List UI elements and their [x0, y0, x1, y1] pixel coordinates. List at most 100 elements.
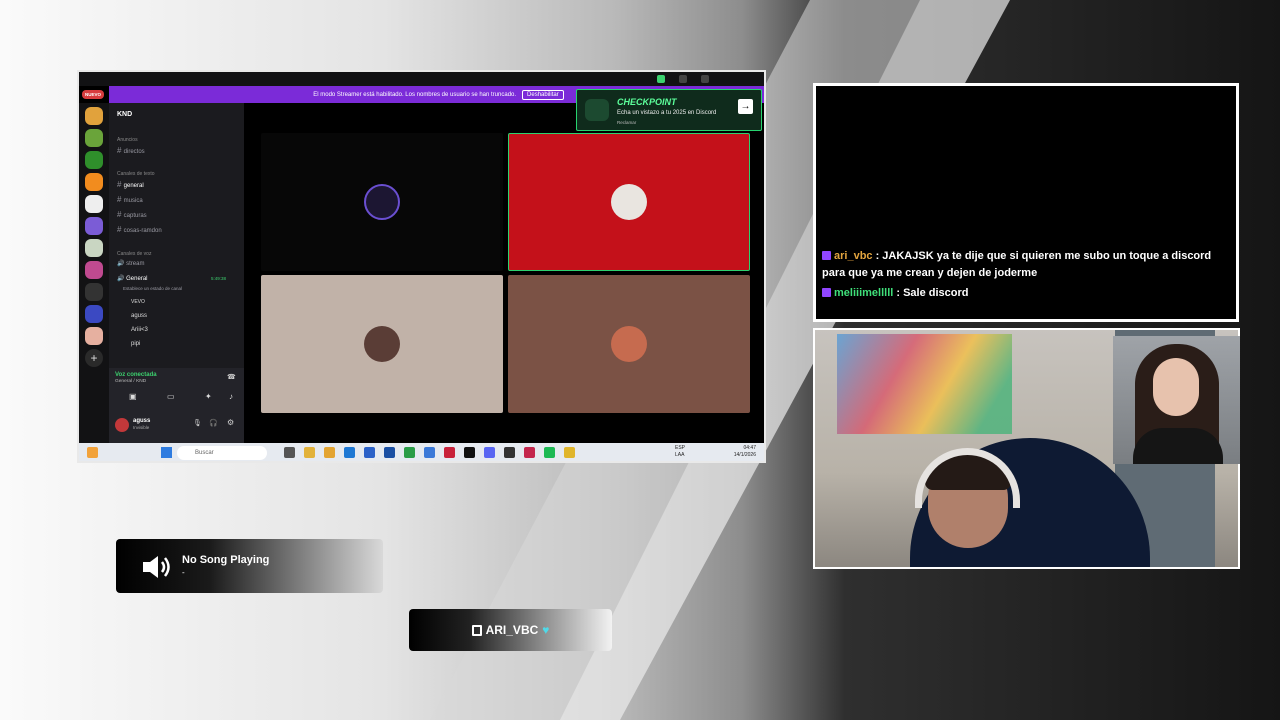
participant-tile-speaking[interactable]	[508, 133, 750, 271]
checkpoint-text: Echa un vistazo a tu 2025 en Discord	[617, 110, 717, 116]
file-explorer-icon[interactable]	[324, 447, 335, 458]
avatar	[364, 184, 400, 220]
server-icon[interactable]	[85, 283, 103, 301]
app-icon[interactable]	[444, 447, 455, 458]
microphone-icon[interactable]: 🎙	[193, 419, 202, 427]
disconnect-icon[interactable]: ☎	[227, 373, 236, 381]
clock-time: 04:47	[743, 445, 756, 451]
streamer-name: ARI_VBC	[485, 623, 539, 637]
app-icon[interactable]	[364, 447, 375, 458]
category-text[interactable]: Canales de texto	[117, 171, 155, 177]
search-placeholder: Buscar	[195, 450, 214, 456]
avatar	[611, 326, 647, 362]
new-badge: NUEVO	[82, 90, 105, 99]
app-icon[interactable]	[524, 447, 535, 458]
edge-icon[interactable]	[344, 447, 355, 458]
screen-share-icon[interactable]: ▭	[167, 392, 175, 401]
voice-member[interactable]: aguss	[131, 313, 147, 319]
chat-message: meliiimelllll : Sale discord	[822, 285, 1222, 302]
voice-channel-stream[interactable]: 🔊 stream	[117, 260, 144, 267]
category-voice[interactable]: Canales de voz	[117, 251, 151, 257]
channel-capturas[interactable]: capturas	[117, 210, 147, 219]
task-view-icon[interactable]	[284, 447, 295, 458]
checkpoint-promo[interactable]: CHECKPOINT Echa un vistazo a tu 2025 en …	[576, 89, 762, 131]
server-name[interactable]: KND	[117, 111, 132, 118]
taskbar-clock[interactable]: 04:47 14/1/2026	[734, 445, 756, 459]
voice-timer: 5:49:38	[211, 276, 227, 281]
participant-tile[interactable]	[261, 275, 503, 413]
user-panel[interactable]: aguss Invisible 🎙 🎧 ⚙	[109, 414, 244, 440]
server-icon[interactable]	[85, 305, 103, 323]
server-icon[interactable]	[85, 151, 103, 169]
arrow-right-icon[interactable]: →	[738, 99, 753, 114]
discord-icon[interactable]	[484, 447, 495, 458]
wall-painting	[837, 334, 1012, 434]
participant-tile[interactable]	[508, 275, 750, 413]
voice-member[interactable]: pipi	[131, 341, 140, 347]
server-list: +	[79, 103, 109, 443]
voice-member[interactable]: VEVO	[131, 299, 145, 305]
user-name: aguss	[133, 418, 151, 424]
participant-tile[interactable]	[261, 133, 503, 271]
voice-connected-status[interactable]: Voz conectada	[115, 372, 157, 378]
secondary-webcam	[1113, 336, 1240, 464]
user-status: Invisible	[133, 425, 150, 430]
discord-window[interactable]: NUEVO El modo Streamer está habilitado. …	[77, 70, 766, 463]
channel-general[interactable]: general	[117, 180, 144, 189]
taskbar-search-input[interactable]: Buscar	[177, 446, 267, 460]
soundboard-icon[interactable]: ♪	[229, 392, 233, 401]
channel-cosas-ramdon[interactable]: cosas-ramdon	[117, 225, 162, 234]
app-icon[interactable]	[404, 447, 415, 458]
server-icon[interactable]	[85, 217, 103, 235]
server-icon[interactable]	[85, 173, 103, 191]
server-icon[interactable]	[85, 129, 103, 147]
chrome-icon[interactable]	[564, 447, 575, 458]
tiktok-icon[interactable]	[464, 447, 475, 458]
chat-text: : Sale discord	[893, 287, 969, 299]
spotify-icon[interactable]	[544, 447, 555, 458]
server-icon[interactable]	[85, 107, 103, 125]
channel-directos[interactable]: directos	[117, 146, 145, 155]
channel-status-hint[interactable]: Establece un estado de canal	[123, 286, 182, 291]
add-server-icon[interactable]: +	[85, 349, 103, 367]
server-icon[interactable]	[85, 195, 103, 213]
guest-shirt	[1133, 428, 1223, 464]
disable-streamer-button[interactable]: Deshabilitar	[522, 89, 564, 100]
chat-username: ari_vbc	[834, 250, 873, 262]
activities-icon[interactable]: ✦	[205, 392, 212, 401]
server-icon[interactable]	[85, 327, 103, 345]
voice-channel-stream-label: stream	[126, 261, 145, 267]
streamer-mode-text: El modo Streamer está habilitado. Los no…	[313, 91, 517, 98]
app-icon[interactable]	[504, 447, 515, 458]
channel-musica[interactable]: musica	[117, 195, 143, 204]
speaker-icon	[143, 556, 170, 578]
voice-video-grid	[245, 103, 764, 443]
voice-channel-general[interactable]: 🔊 General	[117, 275, 148, 282]
server-icon[interactable]	[85, 239, 103, 257]
checkpoint-sub: Reclamar	[617, 120, 637, 125]
camera-icon[interactable]: ▣	[129, 392, 137, 401]
app-icon[interactable]	[384, 447, 395, 458]
app-icon[interactable]	[304, 447, 315, 458]
streamer-tag: ARI_VBC ♥	[409, 609, 612, 651]
voice-connected-location: General / KND	[115, 379, 147, 384]
discord-logo-icon	[585, 99, 609, 121]
windows-taskbar: Buscar ESP LAA 04:47 14/1/2026	[79, 443, 764, 461]
window-minimize-icon[interactable]	[679, 75, 687, 83]
avatar	[611, 184, 647, 220]
language-code: ESP	[675, 445, 686, 451]
category-announcements[interactable]: Anuncios	[117, 137, 138, 143]
windows-start-icon[interactable]	[161, 447, 172, 458]
voice-member[interactable]: Ariii<3	[131, 327, 148, 333]
gear-icon[interactable]: ⚙	[227, 418, 234, 427]
headphones-icon[interactable]: 🎧	[209, 419, 218, 427]
server-icon[interactable]	[85, 261, 103, 279]
language-indicator[interactable]: ESP LAA	[675, 445, 685, 459]
window-maximize-icon[interactable]	[701, 75, 709, 83]
app-icon[interactable]	[424, 447, 435, 458]
chat-username: meliiimelllll	[834, 287, 894, 299]
heart-icon: ♥	[542, 623, 550, 637]
avatar[interactable]	[115, 418, 129, 432]
language-sub: LAA	[675, 452, 685, 458]
weather-icon[interactable]	[87, 447, 98, 458]
